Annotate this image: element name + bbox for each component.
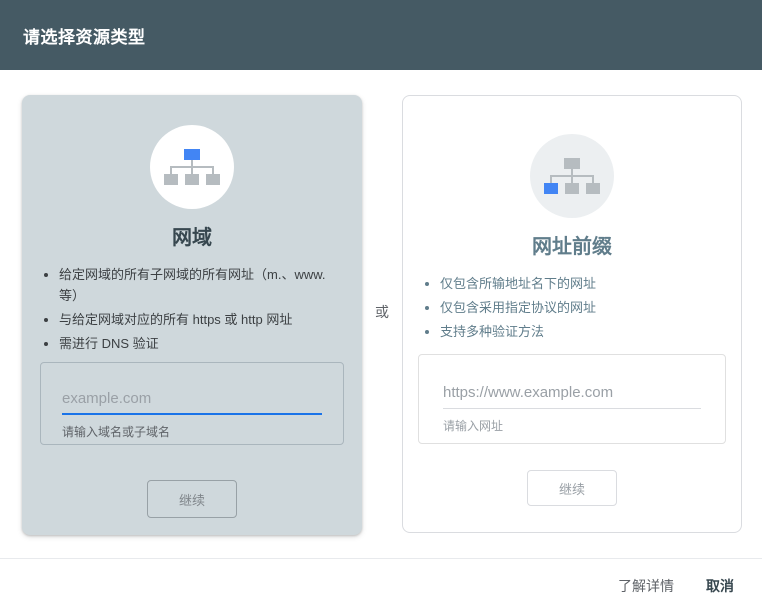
select-property-type-dialog: 请选择资源类型 网域 给定网域的所有子网域的所有网址（m.、www. 等） 与给… [0,0,762,607]
or-divider-label: 或 [375,304,389,320]
domain-input[interactable] [62,386,322,415]
url-prefix-continue-button[interactable]: 继续 [527,470,617,506]
learn-more-link[interactable]: 了解详情 [616,572,676,600]
domain-input-helper: 请输入域名或子域名 [62,425,171,439]
list-item: 支持多种验证方法 [440,321,727,342]
sitemap-domain-icon [164,149,220,185]
domain-input-container: 请输入域名或子域名 [40,362,344,445]
list-item: 仅包含所输地址名下的网址 [440,273,727,294]
list-item: 需进行 DNS 验证 [59,333,348,354]
domain-icon-circle [150,125,234,209]
url-prefix-card[interactable]: 网址前缀 仅包含所输地址名下的网址 仅包含采用指定协议的网址 支持多种验证方法 … [402,95,742,533]
domain-continue-button[interactable]: 继续 [147,480,237,518]
url-prefix-input[interactable] [443,380,701,409]
footer-divider [0,558,762,559]
cancel-button[interactable]: 取消 [704,572,736,600]
url-prefix-input-container: 请输入网址 [418,354,726,444]
sitemap-url-prefix-icon [544,158,600,194]
domain-card-title: 网域 [172,227,212,249]
dialog-title: 请选择资源类型 [23,27,146,47]
dialog-footer: 了解详情 取消 [616,572,736,600]
list-item: 仅包含采用指定协议的网址 [440,297,727,318]
list-item: 与给定网域对应的所有 https 或 http 网址 [59,309,348,330]
url-prefix-benefits-list: 仅包含所输地址名下的网址 仅包含采用指定协议的网址 支持多种验证方法 [403,273,727,342]
domain-benefits-list: 给定网域的所有子网域的所有网址（m.、www. 等） 与给定网域对应的所有 ht… [22,264,348,354]
url-prefix-icon-circle [530,134,614,218]
url-prefix-card-title: 网址前缀 [532,236,612,258]
list-item: 给定网域的所有子网域的所有网址（m.、www. 等） [59,264,348,306]
dialog-header: 请选择资源类型 [0,0,762,70]
url-prefix-input-helper: 请输入网址 [443,419,504,433]
domain-card[interactable]: 网域 给定网域的所有子网域的所有网址（m.、www. 等） 与给定网域对应的所有… [22,95,362,535]
